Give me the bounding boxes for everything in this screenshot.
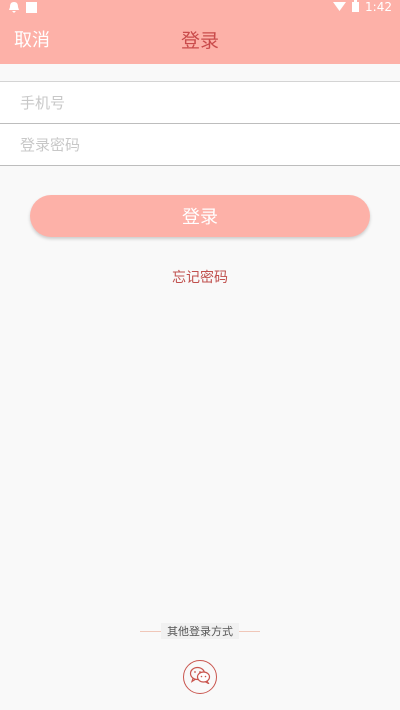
password-input[interactable] <box>20 135 380 154</box>
wechat-icon <box>189 666 211 688</box>
status-time: 1:42 <box>365 0 392 14</box>
wechat-login-button[interactable] <box>183 660 217 694</box>
app-bar: 取消 登录 <box>0 14 400 64</box>
login-button[interactable]: 登录 <box>30 195 370 237</box>
battery-icon <box>352 0 360 15</box>
phone-input[interactable] <box>20 93 380 112</box>
forgot-password-link[interactable]: 忘记密码 <box>150 266 250 288</box>
phone-field <box>0 82 400 124</box>
other-login-label: 其他登录方式 <box>161 623 239 639</box>
wifi-icon <box>333 0 347 14</box>
other-login-divider: 其他登录方式 <box>140 623 260 639</box>
divider-line-right <box>236 631 260 632</box>
cancel-button[interactable]: 取消 <box>14 14 50 64</box>
password-field <box>0 124 400 166</box>
page-title: 登录 <box>180 29 219 52</box>
login-form <box>0 81 400 166</box>
status-right: 1:42 <box>333 0 392 15</box>
status-bar: 1:42 <box>0 0 400 14</box>
